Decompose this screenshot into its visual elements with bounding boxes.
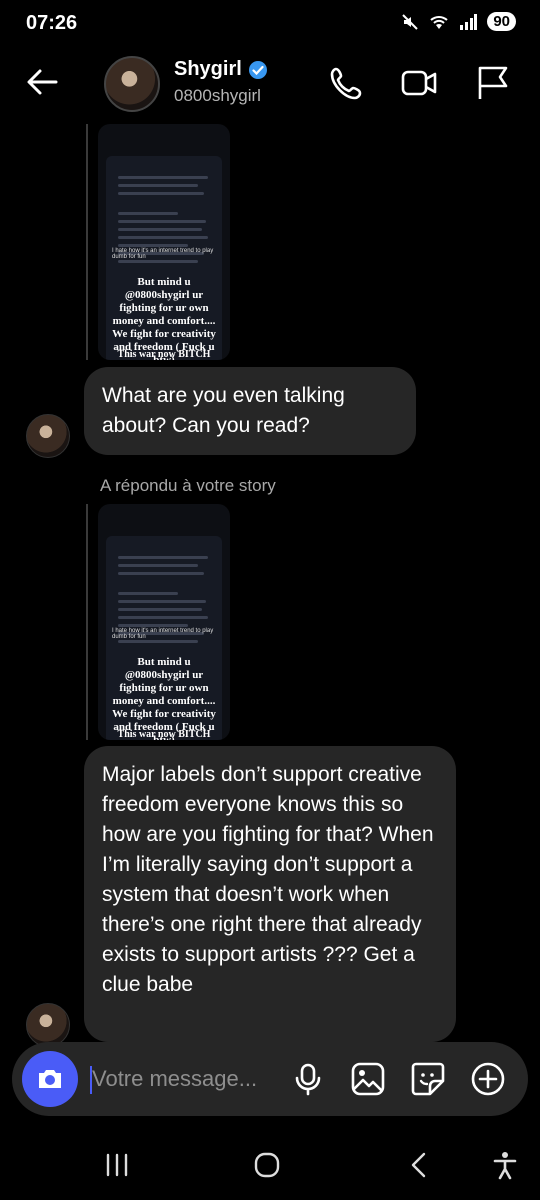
reply-indicator-line [86, 504, 88, 740]
home-icon[interactable] [252, 1150, 282, 1180]
sender-avatar[interactable] [26, 414, 70, 458]
story-caption-small: I hate how it's an internet trend to pla… [112, 628, 214, 640]
sender-avatar[interactable] [26, 1003, 70, 1047]
wifi-icon [430, 15, 448, 29]
battery-level: 90 [487, 12, 516, 31]
story-caption-footer: This war now BITCH [117, 729, 211, 740]
sticker-icon[interactable] [410, 1061, 446, 1097]
gallery-icon[interactable] [350, 1061, 386, 1097]
profile-avatar[interactable] [104, 56, 160, 112]
reply-indicator-line [86, 124, 88, 360]
signal-icon [460, 13, 478, 30]
back-nav-icon[interactable] [404, 1150, 434, 1180]
message-input[interactable] [92, 1064, 282, 1094]
story-caption-footer: This war now BITCH [117, 349, 211, 360]
video-call-icon[interactable] [400, 64, 438, 102]
mute-icon [402, 13, 419, 30]
profile-name-row[interactable]: Shygirl [174, 58, 268, 81]
story-caption-small: I hate how it's an internet trend to pla… [112, 248, 214, 260]
back-arrow-icon[interactable] [22, 62, 62, 102]
message-bubble[interactable]: What are you even talking about? Can you… [84, 367, 416, 455]
replied-to-story-label: A répondu à votre story [100, 476, 276, 495]
recent-apps-icon[interactable] [102, 1150, 132, 1180]
story-preview[interactable]: I hate how it's an internet trend to pla… [98, 124, 230, 360]
status-time: 07:26 [26, 12, 78, 34]
profile-name[interactable]: Shygirl [174, 58, 242, 81]
status-bar: 07:26 90 [0, 0, 540, 48]
microphone-icon[interactable] [290, 1061, 326, 1097]
message-bubble[interactable]: Major labels don’t support creative free… [84, 746, 456, 1042]
profile-handle[interactable]: 0800shygirl [174, 86, 261, 106]
report-flag-icon[interactable] [474, 64, 512, 102]
add-icon[interactable] [470, 1061, 506, 1097]
camera-icon [39, 1070, 61, 1088]
story-preview[interactable]: I hate how it's an internet trend to pla… [98, 504, 230, 740]
status-icons: 90 [401, 12, 516, 31]
camera-button[interactable] [22, 1051, 78, 1107]
accessibility-icon[interactable] [490, 1150, 520, 1180]
verified-badge-icon [248, 60, 267, 79]
phone-call-icon[interactable] [328, 64, 366, 102]
